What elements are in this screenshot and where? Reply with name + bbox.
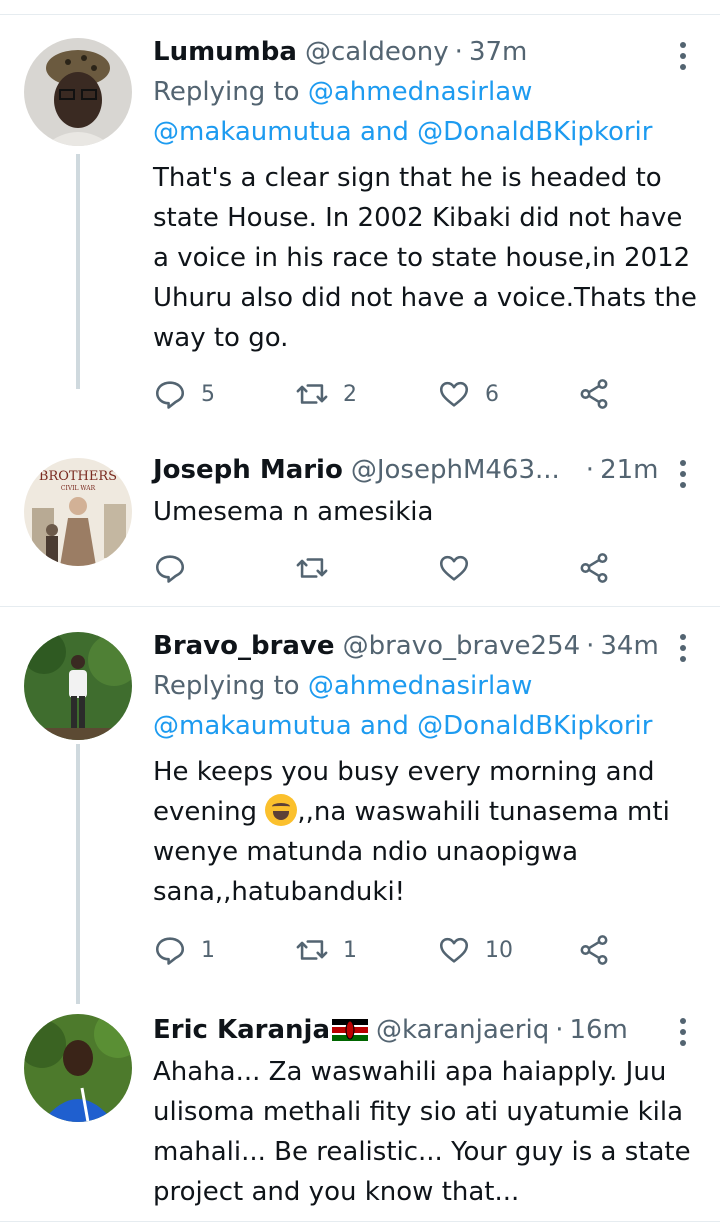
retweet-icon [296,384,328,404]
replying-to-label: Replying to [153,77,300,107]
mention-link[interactable]: @makaumutua [153,117,352,147]
separator-dot: · [585,455,595,485]
tweet-text: Umesema n amesikia [153,497,434,527]
more-icon[interactable] [680,1018,686,1051]
separator-dot: · [586,631,595,661]
tweet-text: Ahaha... Za waswahili apa haiapply. Juu … [153,1057,691,1207]
like-button[interactable]: 6 [437,374,499,414]
tweet-header: Lumumba @caldeony · 37m [153,32,527,72]
retweet-count: 2 [343,381,357,407]
timestamp[interactable]: 16m [569,1015,627,1045]
tweet-header: Joseph Mario @JosephM463... · 21m [153,450,658,490]
separator-dot: · [555,1015,564,1045]
retweet-button[interactable] [295,548,329,588]
retweet-count: 1 [343,937,357,963]
timestamp[interactable]: 21m [600,455,658,485]
more-icon[interactable] [680,42,686,75]
share-button[interactable] [577,374,611,414]
divider [0,606,720,607]
replying-to: Replying to @ahmednasirlaw @makaumutua a… [153,72,652,152]
tweet-header: Bravo_brave @bravo_brave254 · 34m [153,626,659,666]
reply-icon [155,381,185,409]
bottom-divider [0,1221,720,1222]
reply-button[interactable]: 5 [153,374,215,414]
author-name[interactable]: Bravo_brave [153,631,335,661]
like-icon [439,555,469,581]
author-name[interactable]: Joseph Mario [153,455,343,485]
avatar[interactable] [24,632,132,740]
reply-button[interactable]: 1 [153,930,215,970]
rofl-emoji-icon [265,794,298,826]
more-icon[interactable] [680,460,686,493]
mention-link[interactable]: @ahmednasirlaw [308,671,533,701]
mention-link[interactable]: @DonaldBKipkorir [417,117,652,147]
timestamp[interactable]: 37m [469,37,527,67]
retweet-button[interactable]: 2 [295,374,357,414]
more-icon[interactable] [680,634,686,667]
avatar[interactable] [24,1014,132,1122]
mention-link[interactable]: @makaumutua [153,711,352,741]
like-icon [439,937,469,963]
author-name[interactable]: Lumumba [153,37,297,67]
author-handle[interactable]: @caldeony [305,37,449,67]
reply-icon [155,937,185,965]
retweet-icon [296,940,328,960]
share-button[interactable] [577,930,611,970]
share-button[interactable] [577,548,611,588]
mention-and: and [359,117,409,147]
like-button[interactable]: 10 [437,930,513,970]
tweet-actions: 1 1 10 [153,930,623,970]
like-count: 6 [485,381,499,407]
tweet-text: That's a clear sign that he is headed to… [153,163,697,353]
share-icon [580,379,608,409]
author-name[interactable]: Eric Karanja [153,1015,330,1045]
author-handle[interactable]: @JosephM463... [351,455,560,485]
separator-dot: · [454,37,463,67]
top-divider [0,14,720,15]
replying-to-label: Replying to [153,671,300,701]
replying-to: Replying to @ahmednasirlaw @makaumutua a… [153,666,652,746]
like-count: 10 [485,937,513,963]
retweet-button[interactable]: 1 [295,930,357,970]
mention-and: and [359,711,409,741]
reply-count: 1 [201,937,215,963]
tweet-actions [153,548,623,588]
like-icon [439,381,469,407]
author-handle[interactable]: @bravo_brave254 [343,631,581,661]
tweet-header: Eric Karanja @karanjaeriq · 16m [153,1010,628,1050]
like-button[interactable] [437,548,471,588]
reply-button[interactable] [153,548,187,588]
thread-line [76,744,80,1004]
tweet-text: He keeps you busy every morning and even… [153,752,703,912]
author-handle[interactable]: @karanjaeriq [376,1015,549,1045]
reply-count: 5 [201,381,215,407]
thread-line [76,154,80,389]
share-icon [580,553,608,583]
avatar[interactable] [24,38,132,146]
avatar[interactable]: BROTHERS CIVIL WAR [24,458,132,566]
reply-icon [155,555,185,583]
kenya-flag-icon [332,1019,368,1041]
retweet-icon [296,558,328,578]
share-icon [580,935,608,965]
timestamp[interactable]: 34m [600,631,658,661]
tweet-actions: 5 2 6 [153,374,623,414]
mention-link[interactable]: @ahmednasirlaw [308,77,533,107]
mention-link[interactable]: @DonaldBKipkorir [417,711,652,741]
avatar-text: BROTHERS [39,469,117,484]
avatar-subtext: CIVIL WAR [61,485,96,492]
